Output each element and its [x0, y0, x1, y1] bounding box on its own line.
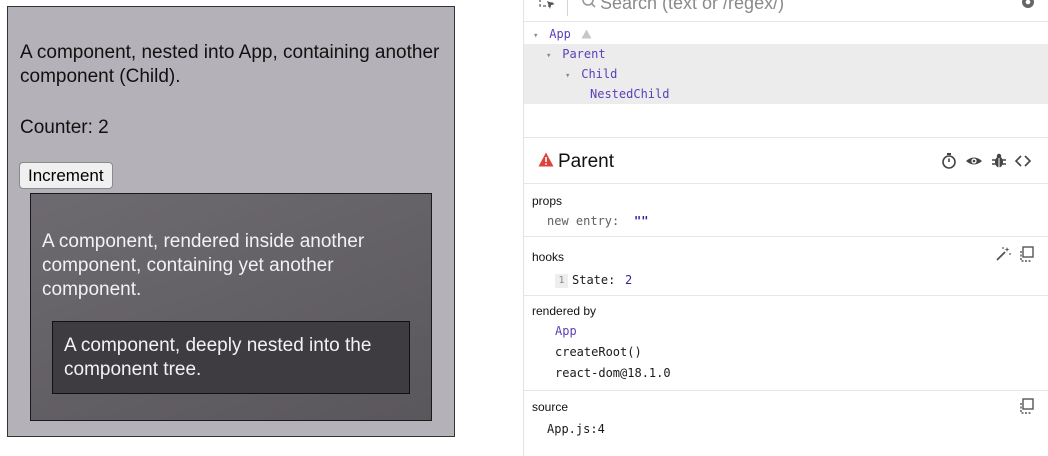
hook-name[interactable]: State:: [572, 273, 615, 287]
search-input[interactable]: [600, 0, 980, 15]
tree-item-label: NestedChild: [590, 87, 670, 101]
warning-icon: [538, 152, 554, 167]
expand-arrow-icon[interactable]: ▾: [565, 66, 574, 86]
rendered-by-item: react-dom@18.1.0: [555, 366, 671, 380]
settings-icon[interactable]: [1019, 0, 1037, 16]
increment-button[interactable]: Increment: [19, 162, 113, 189]
source-location-link[interactable]: App.js:4: [547, 422, 605, 436]
selected-component-header: Parent: [524, 140, 1048, 183]
devtools-toolbar: [524, 0, 1048, 22]
search-icon: [581, 0, 597, 17]
tree-item-label: App: [549, 27, 571, 41]
react-devtools-panel: ▾ App ▾ Parent ▾ Child NestedChild Paren…: [523, 0, 1048, 456]
parent-description: A component, nested into App, containing…: [20, 42, 440, 87]
divider: [524, 295, 1048, 296]
source-label: source: [532, 400, 569, 414]
code-brackets-icon[interactable]: [1014, 152, 1032, 170]
selected-component-name: Parent: [558, 151, 614, 172]
hooks-label: hooks: [532, 250, 565, 264]
props-label: props: [532, 194, 563, 208]
expand-arrow-icon[interactable]: ▾: [533, 26, 542, 46]
divider: [524, 137, 1048, 138]
divider: [524, 236, 1048, 237]
magic-wand-icon[interactable]: [994, 245, 1012, 263]
stopwatch-icon[interactable]: [940, 152, 958, 170]
counter-label: Counter: 2: [20, 117, 109, 138]
toolbar-separator: [567, 0, 568, 16]
prop-key[interactable]: new entry:: [547, 214, 619, 228]
eye-icon[interactable]: [965, 152, 983, 170]
divider: [524, 183, 1048, 184]
child-description: A component, rendered inside another com…: [42, 231, 365, 300]
rendered-by-item: createRoot(): [555, 345, 642, 359]
inspect-icon[interactable]: [538, 0, 558, 17]
copy-icon[interactable]: [1018, 245, 1036, 263]
warning-icon: [581, 29, 592, 39]
tree-item-child[interactable]: ▾ Child: [524, 64, 1048, 84]
nested-child-component: A component, deeply nested into the comp…: [52, 321, 410, 394]
tree-item-label: Parent: [562, 47, 606, 61]
parent-component: A component, nested into App, containing…: [7, 6, 455, 437]
hook-index-badge: 1: [555, 274, 568, 288]
divider: [524, 390, 1048, 391]
tree-item-label: Child: [581, 67, 618, 81]
tree-item-parent[interactable]: ▾ Parent: [524, 44, 1048, 64]
expand-arrow-icon[interactable]: ▾: [546, 46, 555, 66]
tree-item-app[interactable]: ▾ App: [524, 24, 1048, 44]
bug-icon[interactable]: [990, 152, 1008, 170]
prop-value[interactable]: "": [634, 214, 648, 228]
hook-value[interactable]: 2: [625, 273, 632, 287]
nested-child-description: A component, deeply nested into the comp…: [64, 335, 372, 380]
child-component: A component, rendered inside another com…: [30, 193, 432, 421]
copy-icon[interactable]: [1018, 397, 1036, 415]
rendered-by-label: rendered by: [532, 304, 597, 318]
tree-item-nestedchild[interactable]: NestedChild: [524, 84, 1048, 104]
rendered-by-owner-link[interactable]: App: [555, 324, 577, 338]
